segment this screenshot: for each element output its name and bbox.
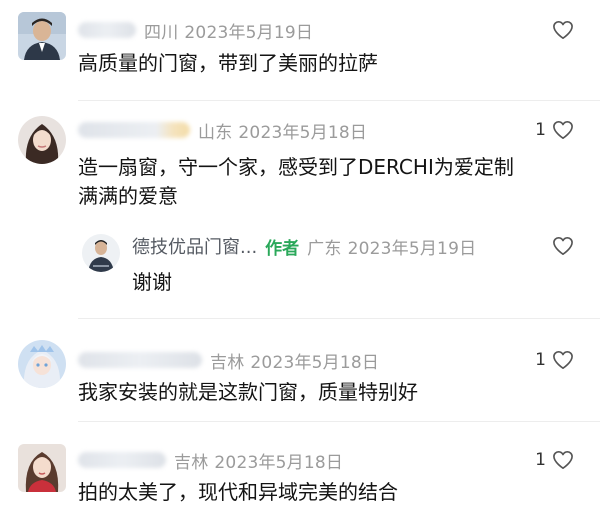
divider [78, 318, 600, 319]
comment-text: 拍的太美了，现代和异域完美的结合 [78, 480, 398, 504]
comment-meta: 山东 2023年5月18日 [78, 118, 368, 143]
location-label: 山东 [198, 122, 233, 143]
like-button[interactable] [546, 236, 574, 256]
author-avatar[interactable] [82, 234, 120, 272]
like-count: 1 [535, 120, 546, 140]
comment-item: 山东 2023年5月18日 造一扇窗，守一个家，感受到了DERCHI为爱定制 满… [0, 110, 600, 320]
author-badge: 作者 [265, 238, 300, 259]
like-button[interactable] [546, 20, 574, 40]
reply-meta: 德技优品门窗... 作者 广东 2023年5月19日 [132, 233, 477, 259]
location-label: 吉林 [210, 352, 245, 373]
heart-outline-icon [553, 237, 573, 255]
avatar[interactable] [18, 12, 66, 60]
username-blurred[interactable] [78, 22, 136, 38]
like-button[interactable]: 1 [535, 120, 574, 140]
comment-text: 满满的爱意 [78, 184, 178, 208]
avatar[interactable] [18, 444, 66, 492]
heart-outline-icon [553, 121, 573, 139]
reply-text: 谢谢 [132, 270, 172, 294]
comment-meta: 吉林 2023年5月18日 [78, 348, 380, 373]
divider [78, 100, 600, 101]
like-count: 1 [535, 450, 546, 470]
username-blurred[interactable] [78, 452, 166, 468]
like-button[interactable]: 1 [535, 350, 574, 370]
heart-outline-icon [553, 21, 573, 39]
date-label: 2023年5月18日 [214, 452, 344, 473]
comment-item: 吉林 2023年5月18日 我家安装的就是这款门窗，质量特别好 1 [0, 330, 600, 430]
reply-item: 德技优品门窗... 作者 广东 2023年5月19日 谢谢 [0, 228, 600, 308]
location-label: 吉林 [174, 452, 209, 473]
location-label: 四川 [144, 22, 179, 43]
location-label: 广东 [307, 238, 342, 259]
avatar[interactable] [18, 340, 66, 388]
heart-outline-icon [553, 451, 573, 469]
comment-meta: 四川 2023年5月19日 [78, 18, 314, 43]
date-label: 2023年5月18日 [250, 352, 380, 373]
date-label: 2023年5月19日 [347, 238, 477, 259]
avatar[interactable] [18, 116, 66, 164]
date-label: 2023年5月19日 [184, 22, 314, 43]
comment-item: 四川 2023年5月19日 高质量的门窗，带到了美丽的拉萨 [0, 0, 600, 110]
comment-item: 吉林 2023年5月18日 拍的太美了，现代和异域完美的结合 1 [0, 432, 600, 520]
date-label: 2023年5月18日 [238, 122, 368, 143]
comment-meta: 吉林 2023年5月18日 [78, 448, 344, 473]
heart-outline-icon [553, 351, 573, 369]
comment-text: 高质量的门窗，带到了美丽的拉萨 [78, 51, 378, 75]
author-name[interactable]: 德技优品门窗... [132, 233, 257, 259]
username-blurred[interactable] [78, 122, 190, 138]
comment-text: 我家安装的就是这款门窗，质量特别好 [78, 380, 418, 404]
username-blurred[interactable] [78, 352, 202, 368]
like-count: 1 [535, 350, 546, 370]
like-button[interactable]: 1 [535, 450, 574, 470]
divider [78, 421, 600, 422]
comment-text: 造一扇窗，守一个家，感受到了DERCHI为爱定制 [78, 155, 514, 179]
